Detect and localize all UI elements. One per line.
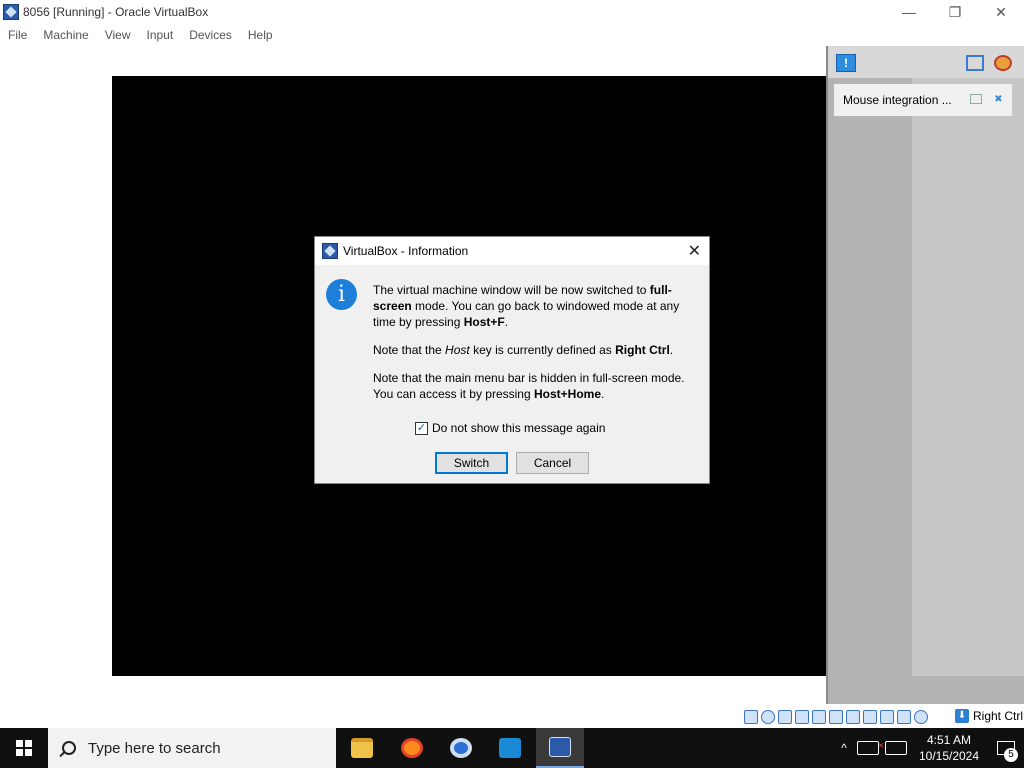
do-not-show-checkbox[interactable]: ✓ [415,421,428,435]
network-icon[interactable] [812,710,826,724]
volume-muted-icon[interactable] [857,740,884,755]
menu-file[interactable]: File [0,28,35,42]
host-key-indicator[interactable]: ⬇ Right Ctrl [955,709,1023,723]
menu-help[interactable]: Help [240,28,281,42]
keep-finished-icon[interactable] [994,55,1012,71]
sort-order-icon[interactable] [966,55,984,71]
info-icon: i [326,279,357,310]
mouse-integration-icon[interactable] [914,710,928,724]
show-hidden-icons-icon[interactable]: ^ [834,741,854,755]
taskbar-virtualbox[interactable] [536,728,584,768]
windows-logo-icon [16,740,32,756]
vm-status-bar: ⬇ Right Ctrl [0,706,1024,728]
notification-center-panel: ! Mouse integration ... ✖ [826,46,1024,704]
windows-taskbar: Type here to search ^ 4:51 AM 10/15/2024… [0,728,1024,768]
cancel-button[interactable]: Cancel [516,452,589,474]
clock-date: 10/15/2024 [918,749,980,763]
window-title: 8056 [Running] - Oracle VirtualBox [23,5,209,19]
chrome-icon [450,738,472,758]
virtualbox-app-icon [3,4,19,20]
cpu-icon[interactable] [897,710,911,724]
close-window-button[interactable]: ✕ [978,0,1024,24]
menu-bar: File Machine View Input Devices Help [0,24,1024,46]
action-center-button[interactable]: 5 [988,728,1024,768]
window-controls: — ❐ ✕ [886,0,1024,24]
notification-panel-header: ! [828,46,1024,78]
mouse-icon [970,94,982,104]
search-icon [62,741,76,755]
message-paragraph-1: The virtual machine window will be now s… [373,283,680,329]
notification-count: 5 [1004,748,1018,762]
dismiss-notification-icon[interactable]: ✖ [993,94,1004,105]
hard-disk-icon[interactable] [744,710,758,724]
status-bar-icons [744,710,928,724]
do-not-show-label[interactable]: Do not show this message again [432,421,605,435]
virtualbox-taskbar-icon [549,737,571,757]
menu-devices[interactable]: Devices [181,28,240,42]
menu-input[interactable]: Input [139,28,182,42]
recording-icon[interactable] [880,710,894,724]
information-dialog: VirtualBox - Information ✕ i The virtual… [314,236,710,484]
message-paragraph-3: Note that the main menu bar is hidden in… [373,371,685,401]
menu-view[interactable]: View [97,28,139,42]
taskbar-chrome[interactable] [437,728,485,768]
search-placeholder: Type here to search [88,739,221,757]
notification-bubble-icon[interactable]: ! [836,54,856,72]
message-paragraph-2: Note that the Host key is currently defi… [373,343,674,357]
switch-button[interactable]: Switch [435,452,508,474]
notification-item-mouse-integration[interactable]: Mouse integration ... ✖ [834,84,1012,116]
network-tray-icon[interactable] [885,741,907,755]
taskbar-firefox[interactable] [388,728,436,768]
virtualbox-dialog-icon [322,243,338,259]
menu-machine[interactable]: Machine [35,28,96,42]
do-not-show-checkbox-row[interactable]: ✓ Do not show this message again [415,421,605,435]
taskbar-search-box[interactable]: Type here to search [48,728,336,768]
dialog-title: VirtualBox - Information [343,244,469,258]
floppy-icon[interactable] [778,710,792,724]
firefox-icon [401,738,423,758]
host-key-label: Right Ctrl [973,709,1024,723]
optical-drive-icon[interactable] [761,710,775,724]
clock-time: 4:51 AM [926,733,972,747]
host-key-arrow-icon: ⬇ [955,709,969,723]
audio-icon[interactable] [795,710,809,724]
vscode-icon [499,738,521,758]
dialog-message: The virtual machine window will be now s… [373,282,695,414]
taskbar-file-explorer[interactable] [338,728,386,768]
dialog-titlebar: VirtualBox - Information ✕ [315,237,709,265]
shared-folders-icon[interactable] [846,710,860,724]
clock[interactable]: 4:51 AM 10/15/2024 [910,732,988,764]
taskbar-vscode[interactable] [486,728,534,768]
window-titlebar: 8056 [Running] - Oracle VirtualBox — ❐ ✕ [0,0,1024,24]
usb-icon[interactable] [829,710,843,724]
folder-icon [351,738,373,758]
system-tray: ^ 4:51 AM 10/15/2024 5 [834,728,1024,768]
start-button[interactable] [0,728,48,768]
dialog-close-button[interactable]: ✕ [688,241,701,261]
restore-button[interactable]: ❐ [932,0,978,24]
notification-item-label: Mouse integration ... [843,93,952,107]
minimize-button[interactable]: — [886,0,932,24]
display-icon[interactable] [863,710,877,724]
notification-panel-column [912,76,1024,676]
